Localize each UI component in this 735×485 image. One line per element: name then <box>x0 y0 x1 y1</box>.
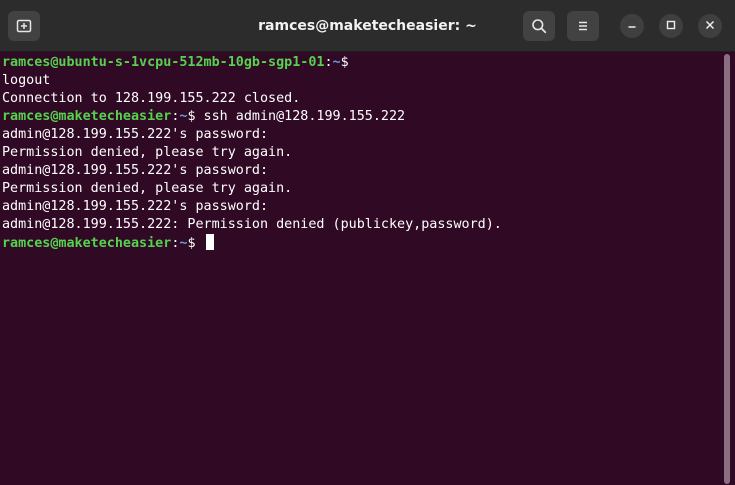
output-line: admin@128.199.155.222's password: <box>2 127 269 142</box>
search-icon <box>531 18 547 34</box>
minimize-button[interactable] <box>620 14 644 38</box>
text-cursor <box>205 234 214 250</box>
maximize-icon <box>666 17 676 35</box>
hamburger-menu-icon <box>575 18 591 34</box>
output-line: admin@128.199.155.222's password: <box>2 199 269 214</box>
close-icon <box>705 17 715 35</box>
maximize-button[interactable] <box>659 14 683 38</box>
prompt-line: ramces@maketecheasier:~$ <box>2 234 722 252</box>
prompt-command <box>196 236 204 251</box>
output-line: logout <box>2 73 51 88</box>
new-tab-icon <box>16 18 32 34</box>
output-line: admin@128.199.155.222: Permission denied… <box>2 217 502 232</box>
prompt-path: ~ <box>332 55 341 70</box>
prompt-line: ramces@maketecheasier:~$ ssh admin@128.1… <box>2 108 722 126</box>
terminal-output[interactable]: ramces@ubuntu-s-1vcpu-512mb-10gb-sgp1-01… <box>0 52 722 485</box>
output-line: Permission denied, please try again. <box>2 181 293 196</box>
search-button[interactable] <box>523 11 555 41</box>
menu-button[interactable] <box>567 11 599 41</box>
prompt-line: ramces@ubuntu-s-1vcpu-512mb-10gb-sgp1-01… <box>2 54 722 72</box>
prompt-colon: : <box>324 55 333 70</box>
scrollbar[interactable] <box>724 54 730 484</box>
prompt-user: ramces@maketecheasier <box>2 109 172 124</box>
output-line: Connection to 128.199.155.222 closed. <box>2 91 301 106</box>
prompt-command: ssh admin@128.199.155.222 <box>195 109 406 124</box>
title-bar[interactable]: ramces@maketecheasier: ~ <box>0 0 735 52</box>
prompt-user: ramces@ubuntu-s-1vcpu-512mb-10gb-sgp1-01 <box>2 55 325 70</box>
prompt-symbol: $ <box>340 55 349 70</box>
prompt-user: ramces@maketecheasier <box>2 236 172 251</box>
new-tab-button[interactable] <box>8 11 40 41</box>
output-line: Permission denied, please try again. <box>2 145 293 160</box>
prompt-symbol: $ <box>187 109 196 124</box>
close-button[interactable] <box>698 14 722 38</box>
output-line: admin@128.199.155.222's password: <box>2 163 269 178</box>
terminal-window: ramces@maketecheasier: ~ ramces@ubuntu-s… <box>0 0 735 485</box>
prompt-symbol: $ <box>187 236 196 251</box>
minimize-icon <box>627 17 637 35</box>
